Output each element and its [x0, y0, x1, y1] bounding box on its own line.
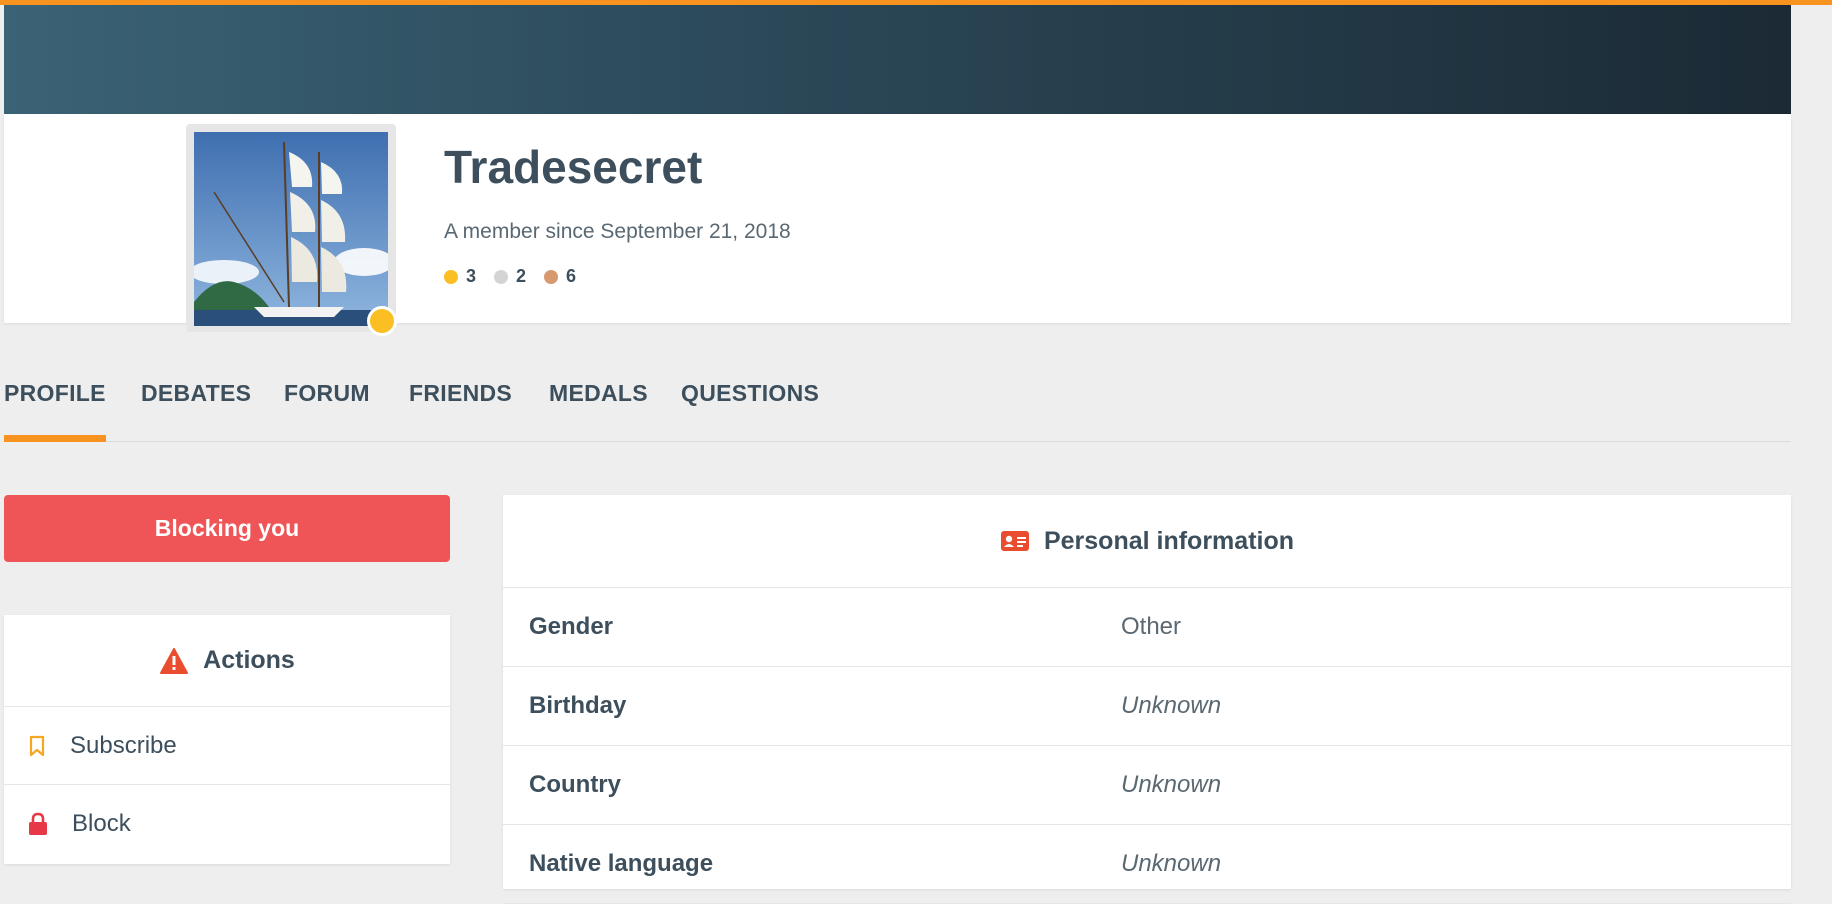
info-value: Unknown	[1121, 850, 1222, 877]
info-value: Unknown	[1121, 692, 1222, 719]
info-label: Birthday	[529, 692, 627, 719]
profile-banner	[4, 5, 1791, 114]
tab-debates[interactable]: DEBATES	[141, 376, 251, 442]
online-status-dot	[367, 306, 397, 336]
gold-medal-icon	[444, 269, 458, 284]
tab-questions[interactable]: QUESTIONS	[681, 376, 819, 442]
tab-medals[interactable]: MEDALS	[549, 376, 648, 442]
medal-counts: 3 2 6	[444, 266, 576, 287]
subscribe-action[interactable]: Subscribe	[4, 707, 450, 785]
personal-info-header: Personal information	[503, 495, 1791, 588]
medal-bronze-count: 6	[566, 266, 577, 286]
info-row-native-language: Native language Unknown	[503, 825, 1791, 904]
silver-medal-icon	[494, 269, 509, 284]
actions-card: Actions Subscribe Block	[4, 615, 450, 864]
tab-friends[interactable]: FRIENDS	[409, 376, 512, 442]
personal-info-title: Personal information	[1043, 526, 1295, 555]
medal-gold[interactable]: 3	[444, 266, 476, 287]
medal-silver[interactable]: 2	[494, 266, 526, 287]
bookmark-icon	[29, 735, 45, 756]
warning-icon	[160, 647, 189, 674]
actions-title: Actions	[203, 646, 295, 674]
info-label: Native language	[529, 850, 714, 877]
profile-header-card	[4, 114, 1791, 336]
page-title: Tradesecret	[444, 141, 703, 193]
id-card-icon	[1000, 531, 1029, 551]
blocking-you-button[interactable]: Blocking you	[4, 495, 450, 562]
member-since-text: A member since September 21, 2018	[444, 220, 791, 243]
info-row-birthday: Birthday Unknown	[503, 667, 1791, 746]
profile-tabs: PROFILE DEBATES FORUM FRIENDS MEDALS QUE…	[4, 376, 1791, 442]
info-row-gender: Gender Other	[503, 588, 1791, 667]
avatar-image	[194, 132, 388, 326]
block-action[interactable]: Block	[4, 785, 450, 863]
bronze-medal-icon	[544, 269, 559, 284]
subscribe-label: Subscribe	[70, 731, 177, 759]
info-value: Other	[1121, 613, 1182, 640]
info-label: Country	[529, 771, 621, 798]
block-label: Block	[72, 810, 131, 837]
info-label: Gender	[529, 613, 614, 640]
lock-icon	[29, 812, 47, 835]
tab-forum[interactable]: FORUM	[284, 376, 370, 442]
personal-info-card: Personal information Gender Other Birthd…	[503, 495, 1791, 904]
medal-silver-count: 2	[516, 266, 527, 286]
info-value: Unknown	[1121, 771, 1222, 798]
medal-bronze[interactable]: 6	[544, 266, 576, 287]
info-row-country: Country Unknown	[503, 746, 1791, 825]
tab-profile[interactable]: PROFILE	[4, 376, 106, 442]
avatar[interactable]	[186, 124, 396, 332]
actions-header: Actions	[4, 615, 450, 707]
medal-gold-count: 3	[466, 266, 477, 286]
